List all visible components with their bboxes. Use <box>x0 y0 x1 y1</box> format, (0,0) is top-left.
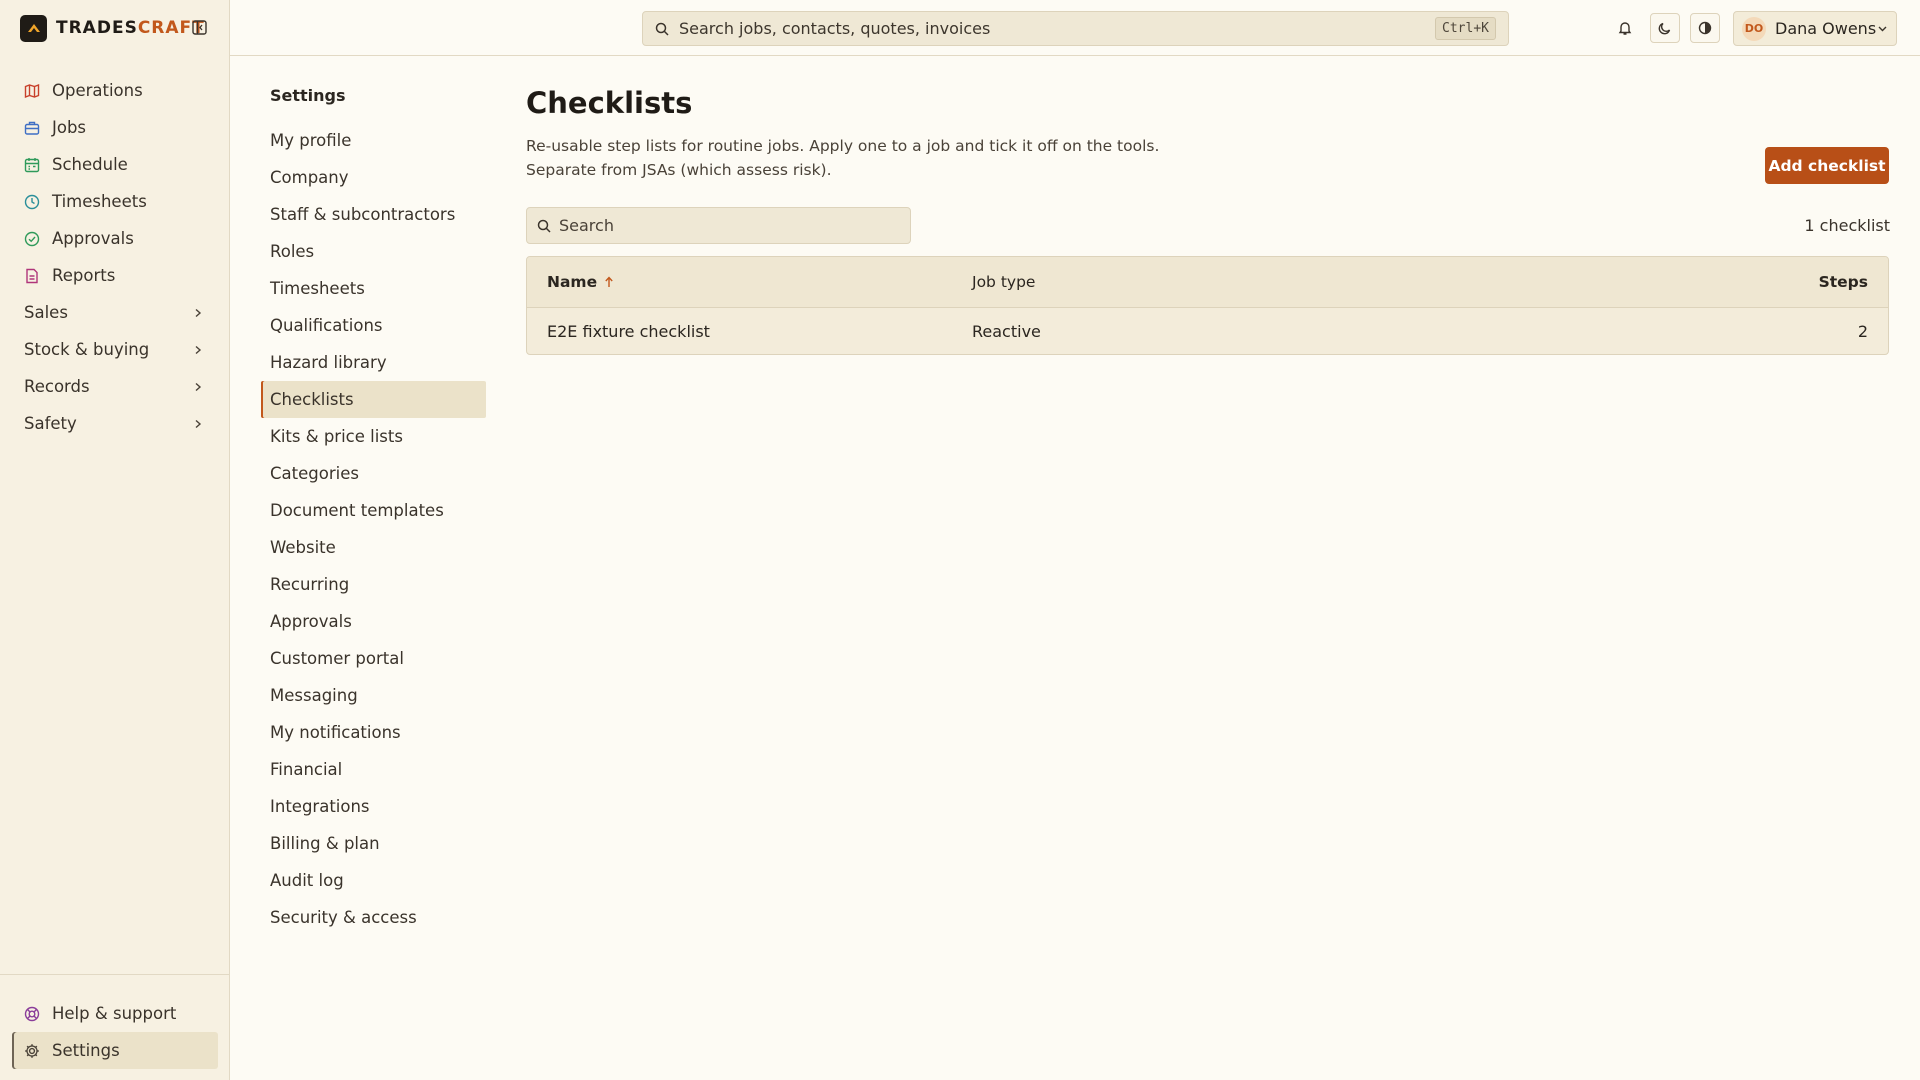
settings-nav-item-messaging[interactable]: Messaging <box>261 677 486 714</box>
global-search-placeholder: Search jobs, contacts, quotes, invoices <box>679 19 991 38</box>
sidebar-item-reports[interactable]: Reports <box>12 257 217 294</box>
dark-mode-moon-icon[interactable] <box>1650 13 1680 43</box>
sort-ascending-icon <box>604 276 614 288</box>
chevron-right-icon <box>193 345 203 355</box>
add-checklist-button[interactable]: Add checklist <box>1765 147 1889 184</box>
lifebuoy-icon <box>24 1006 40 1022</box>
settings-nav-item-security-access[interactable]: Security & access <box>261 899 486 936</box>
sidebar-nav: Operations Jobs Schedule Timesheets Appr… <box>12 72 217 442</box>
sidebar-group-records[interactable]: Records <box>12 368 217 405</box>
settings-nav-item-audit-log[interactable]: Audit log <box>261 862 486 899</box>
brand[interactable]: TRADESCRAFT <box>20 14 205 42</box>
calendar-icon <box>24 157 40 173</box>
checklists-table: Name Job type Steps E2E fixture checklis… <box>526 256 1889 355</box>
column-header-steps[interactable]: Steps <box>1688 273 1888 291</box>
settings-nav-item-billing-plan[interactable]: Billing & plan <box>261 825 486 862</box>
sidebar-group-sales[interactable]: Sales <box>12 294 217 331</box>
sidebar-group-safety[interactable]: Safety <box>12 405 217 442</box>
settings-nav-item-website[interactable]: Website <box>261 529 486 566</box>
settings-nav-item-staff-subcontractors[interactable]: Staff & subcontractors <box>261 196 486 233</box>
cell-name: E2E fixture checklist <box>547 321 710 341</box>
sidebar-item-label: Approvals <box>52 229 134 248</box>
sidebar-group-label: Safety <box>24 414 77 433</box>
sidebar-item-schedule[interactable]: Schedule <box>12 146 217 183</box>
user-menu[interactable]: DO Dana Owens <box>1733 11 1897 46</box>
brand-logo-icon <box>20 14 47 42</box>
briefcase-icon <box>24 120 40 136</box>
settings-nav-item-timesheets[interactable]: Timesheets <box>261 270 486 307</box>
sidebar-group-label: Stock & buying <box>24 340 150 359</box>
cell-job-type: Reactive <box>972 321 1041 341</box>
settings-nav-item-kits-price-lists[interactable]: Kits & price lists <box>261 418 486 455</box>
sidebar-item-label: Operations <box>52 81 143 100</box>
clock-icon <box>24 194 40 210</box>
sidebar-group-label: Sales <box>24 303 68 322</box>
check-circle-icon <box>24 231 40 247</box>
chevron-right-icon <box>193 382 203 392</box>
column-header-name[interactable]: Name <box>527 273 972 291</box>
page-title: Checklists <box>526 86 693 120</box>
sidebar-item-settings[interactable]: Settings <box>12 1032 218 1069</box>
topbar: Search jobs, contacts, quotes, invoices … <box>230 0 1920 56</box>
chevron-right-icon <box>193 419 203 429</box>
sidebar-item-label: Timesheets <box>52 192 147 211</box>
chevron-down-icon <box>1877 23 1888 34</box>
settings-nav-item-integrations[interactable]: Integrations <box>261 788 486 825</box>
sidebar-item-jobs[interactable]: Jobs <box>12 109 217 146</box>
checklists-page: Checklists Re-usable step lists for rout… <box>526 86 1890 355</box>
sidebar-bottom: Help & support Settings <box>0 974 230 1069</box>
settings-nav-item-my-notifications[interactable]: My notifications <box>261 714 486 751</box>
chevron-right-icon <box>193 308 203 318</box>
sidebar-item-label: Help & support <box>52 1004 177 1023</box>
checklist-count: 1 checklist <box>1804 216 1890 235</box>
checklist-search-input[interactable] <box>559 216 889 235</box>
settings-nav: Settings My profile Company Staff & subc… <box>261 86 486 936</box>
report-icon <box>24 268 40 284</box>
avatar: DO <box>1742 16 1766 41</box>
sidebar-item-approvals[interactable]: Approvals <box>12 220 217 257</box>
sidebar-item-label: Settings <box>52 1041 120 1060</box>
table-header: Name Job type Steps <box>527 257 1888 308</box>
sidebar-item-label: Schedule <box>52 155 128 174</box>
column-header-job-type[interactable]: Job type <box>972 273 1688 291</box>
settings-nav-item-approvals[interactable]: Approvals <box>261 603 486 640</box>
sidebar-item-label: Reports <box>52 266 116 285</box>
sidebar-item-help-support[interactable]: Help & support <box>12 995 218 1032</box>
checklist-search <box>526 207 911 244</box>
settings-nav-item-company[interactable]: Company <box>261 159 486 196</box>
brand-name: TRADESCRAFT <box>56 18 205 38</box>
search-icon <box>537 219 551 233</box>
settings-nav-item-financial[interactable]: Financial <box>261 751 486 788</box>
settings-nav-title: Settings <box>270 86 346 105</box>
sidebar-item-label: Jobs <box>52 118 87 137</box>
settings-nav-item-document-templates[interactable]: Document templates <box>261 492 486 529</box>
contrast-icon[interactable] <box>1690 13 1720 43</box>
sidebar-item-timesheets[interactable]: Timesheets <box>12 183 217 220</box>
settings-nav-item-my-profile[interactable]: My profile <box>261 122 486 159</box>
sidebar: TRADESCRAFT Operations Jobs Schedule Tim… <box>0 0 230 1080</box>
table-row[interactable]: E2E fixture checklist Reactive 2 <box>527 308 1888 354</box>
page-description: Re-usable step lists for routine jobs. A… <box>526 137 1160 179</box>
sidebar-collapse-icon[interactable] <box>190 18 208 36</box>
settings-nav-item-qualifications[interactable]: Qualifications <box>261 307 486 344</box>
column-header-label: Name <box>547 273 598 291</box>
settings-nav-item-categories[interactable]: Categories <box>261 455 486 492</box>
sidebar-item-operations[interactable]: Operations <box>12 72 217 109</box>
gear-icon <box>24 1043 40 1059</box>
sidebar-group-stock-buying[interactable]: Stock & buying <box>12 331 217 368</box>
settings-nav-item-customer-portal[interactable]: Customer portal <box>261 640 486 677</box>
search-icon <box>655 22 669 36</box>
settings-nav-item-checklists[interactable]: Checklists <box>261 381 486 418</box>
user-name: Dana Owens <box>1775 19 1877 38</box>
notifications-bell-icon[interactable] <box>1610 13 1640 43</box>
map-icon <box>24 83 40 99</box>
settings-nav-item-roles[interactable]: Roles <box>261 233 486 270</box>
settings-nav-item-hazard-library[interactable]: Hazard library <box>261 344 486 381</box>
sidebar-group-label: Records <box>24 377 90 396</box>
cell-steps: 2 <box>1857 321 1868 341</box>
search-shortcut-badge: Ctrl+K <box>1435 17 1496 40</box>
settings-nav-item-recurring[interactable]: Recurring <box>261 566 486 603</box>
global-search-input[interactable]: Search jobs, contacts, quotes, invoices … <box>642 11 1509 46</box>
